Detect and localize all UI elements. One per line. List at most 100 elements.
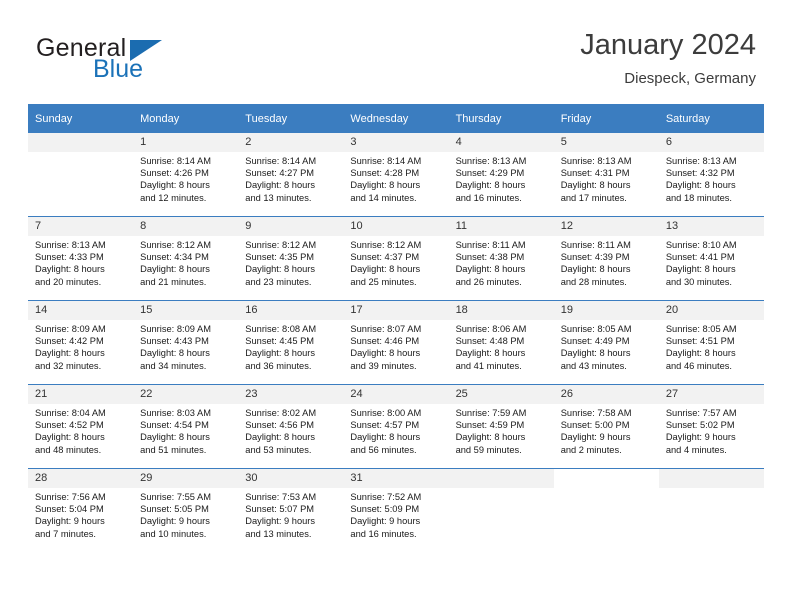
day-cell[interactable]: 18 Sunrise: 8:06 AM Sunset: 4:48 PM Dayligh… [448, 300, 554, 385]
daylight-text-cont: and 43 minutes. [560, 360, 627, 371]
brand-logo[interactable]: General Blue [36, 34, 256, 86]
sunrise-text: Sunrise: 8:09 AM [35, 324, 106, 334]
daylight-text-cont: and 41 minutes. [455, 360, 522, 371]
day-number: 27 [658, 385, 764, 404]
daylight-text-cont: and 2 minutes. [560, 444, 622, 455]
daylight-text: Daylight: 8 hours [665, 348, 736, 359]
daylight-text: Daylight: 9 hours [665, 432, 736, 443]
sunset-text: Sunset: 4:35 PM [245, 252, 315, 263]
day-cell[interactable]: 14 Sunrise: 8:09 AM Sunset: 4:42 PM Dayligh… [28, 300, 134, 385]
daylight-text-cont: and 53 minutes. [245, 444, 312, 455]
day-number: 13 [658, 217, 764, 236]
sunset-text: Sunset: 4:43 PM [140, 336, 209, 347]
day-number: 9 [238, 217, 344, 236]
day-details: Sunrise: 8:06 AM Sunset: 4:48 PM Daylight:… [449, 320, 554, 372]
day-cell[interactable]: 27 Sunrise: 7:57 AM Sunset: 5:02 PM Dayligh… [658, 384, 764, 469]
day-cell[interactable]: 21 Sunrise: 8:04 AM Sunset: 4:52 PM Dayligh… [28, 384, 134, 469]
day-cell[interactable]: 15 Sunrise: 8:09 AM Sunset: 4:43 PM Dayligh… [133, 300, 239, 385]
day-cell[interactable]: 6 Sunrise: 8:13 AM Sunset: 4:32 PM Daylight… [658, 133, 764, 217]
day-number: 30 [238, 469, 344, 488]
day-details: Sunrise: 8:03 AM Sunset: 4:54 PM Daylight:… [133, 404, 238, 456]
day-cell[interactable]: 16 Sunrise: 8:08 AM Sunset: 4:45 PM Dayligh… [238, 300, 344, 385]
sunrise-text: Sunrise: 8:12 AM [140, 240, 211, 250]
day-cell[interactable]: 23 Sunrise: 8:02 AM Sunset: 4:56 PM Dayligh… [238, 384, 344, 469]
title-block: January 2024 Diespeck, Germany [580, 28, 756, 89]
day-number: 14 [28, 301, 134, 320]
daylight-text-cont: and 4 minutes. [665, 444, 727, 455]
sunset-text: Sunset: 4:41 PM [665, 252, 735, 263]
day-details: Sunrise: 7:56 AM Sunset: 5:04 PM Daylight:… [28, 488, 133, 540]
day-cell[interactable]: 1 Sunrise: 8:14 AM Sunset: 4:26 PM Daylight… [133, 133, 239, 217]
daylight-text-cont: and 16 minutes. [455, 192, 522, 203]
daylight-text: Daylight: 8 hours [455, 348, 526, 359]
day-cell[interactable]: 29 Sunrise: 7:55 AM Sunset: 5:05 PM Dayligh… [133, 468, 239, 552]
sunset-text: Sunset: 4:28 PM [350, 168, 420, 179]
daylight-text: Daylight: 8 hours [35, 432, 105, 443]
sunset-text: Sunset: 4:57 PM [350, 420, 420, 431]
day-cell[interactable]: 19 Sunrise: 8:05 AM Sunset: 4:49 PM Dayligh… [553, 300, 659, 385]
day-number: 6 [658, 133, 764, 152]
sunrise-text: Sunrise: 8:13 AM [665, 156, 737, 166]
day-cell[interactable]: 28 Sunrise: 7:56 AM Sunset: 5:04 PM Dayligh… [28, 468, 134, 552]
calendar-week-row: 14 Sunrise: 8:09 AM Sunset: 4:42 PM Dayligh… [28, 300, 764, 385]
day-details: Sunrise: 8:07 AM Sunset: 4:46 PM Daylight:… [343, 320, 448, 372]
day-details: Sunrise: 8:09 AM Sunset: 4:43 PM Daylight:… [133, 320, 238, 372]
daylight-text-cont: and 28 minutes. [560, 276, 627, 287]
day-cell[interactable]: 17 Sunrise: 8:07 AM Sunset: 4:46 PM Dayligh… [343, 300, 449, 385]
sunset-text: Sunset: 5:00 PM [560, 420, 630, 431]
sunset-text: Sunset: 4:54 PM [140, 420, 209, 431]
sunset-text: Sunset: 4:33 PM [35, 252, 104, 263]
day-cell[interactable]: 7 Sunrise: 8:13 AM Sunset: 4:33 PM Daylight… [28, 216, 134, 301]
day-cell[interactable]: 9 Sunrise: 8:12 AM Sunset: 4:35 PM Daylight… [238, 216, 344, 301]
day-cell[interactable]: 10 Sunrise: 8:12 AM Sunset: 4:37 PM Dayligh… [343, 216, 449, 301]
day-number: 23 [238, 385, 344, 404]
day-cell[interactable]: 5 Sunrise: 8:13 AM Sunset: 4:31 PM Daylight… [553, 133, 659, 217]
day-cell-empty [553, 468, 659, 552]
day-number: 19 [553, 301, 659, 320]
daylight-text: Daylight: 8 hours [455, 264, 526, 275]
sunset-text: Sunset: 4:37 PM [350, 252, 420, 263]
day-number: 15 [133, 301, 239, 320]
day-cell[interactable]: 26 Sunrise: 7:58 AM Sunset: 5:00 PM Dayligh… [553, 384, 659, 469]
day-cell[interactable]: 11 Sunrise: 8:11 AM Sunset: 4:38 PM Dayligh… [448, 216, 554, 301]
day-cell[interactable]: 13 Sunrise: 8:10 AM Sunset: 4:41 PM Dayligh… [658, 216, 764, 301]
page-title: January 2024 [580, 29, 756, 61]
sunrise-text: Sunrise: 8:05 AM [560, 324, 632, 334]
sunrise-text: Sunrise: 8:00 AM [350, 408, 422, 418]
day-cell[interactable]: 22 Sunrise: 8:03 AM Sunset: 4:54 PM Dayligh… [133, 384, 239, 469]
sunset-text: Sunset: 4:52 PM [35, 420, 104, 431]
day-cell[interactable]: 20 Sunrise: 8:05 AM Sunset: 4:51 PM Dayligh… [658, 300, 764, 385]
sunset-text: Sunset: 4:31 PM [560, 168, 630, 179]
sunrise-text: Sunrise: 8:05 AM [665, 324, 737, 334]
sunset-text: Sunset: 4:49 PM [560, 336, 630, 347]
daylight-text: Daylight: 9 hours [245, 516, 316, 527]
day-cell[interactable]: 30 Sunrise: 7:53 AM Sunset: 5:07 PM Dayligh… [238, 468, 344, 552]
daylight-text-cont: and 48 minutes. [35, 444, 102, 455]
day-cell[interactable]: 25 Sunrise: 7:59 AM Sunset: 4:59 PM Dayligh… [448, 384, 554, 469]
daylight-text-cont: and 14 minutes. [350, 192, 417, 203]
day-cell[interactable]: 2 Sunrise: 8:14 AM Sunset: 4:27 PM Daylight… [238, 133, 344, 217]
day-cell[interactable]: 4 Sunrise: 8:13 AM Sunset: 4:29 PM Daylight… [448, 133, 554, 217]
day-cell[interactable]: 24 Sunrise: 8:00 AM Sunset: 4:57 PM Dayligh… [343, 384, 449, 469]
calendar-page: General Blue January 2024 Diespeck, Germ… [0, 0, 792, 612]
day-cell[interactable]: 12 Sunrise: 8:11 AM Sunset: 4:39 PM Dayligh… [553, 216, 659, 301]
daylight-text: Daylight: 8 hours [665, 264, 736, 275]
calendar-week-row: 1 Sunrise: 8:14 AM Sunset: 4:26 PM Daylight… [28, 133, 764, 217]
day-cell[interactable]: 8 Sunrise: 8:12 AM Sunset: 4:34 PM Daylight… [133, 216, 239, 301]
sunrise-text: Sunrise: 7:59 AM [455, 408, 527, 418]
day-number [448, 469, 554, 488]
weekday-header-sun: Sunday [28, 104, 134, 133]
daylight-text: Daylight: 8 hours [140, 348, 210, 359]
day-number: 5 [553, 133, 659, 152]
sunset-text: Sunset: 4:46 PM [350, 336, 420, 347]
day-cell[interactable]: 31 Sunrise: 7:52 AM Sunset: 5:09 PM Dayligh… [343, 468, 449, 552]
daylight-text: Daylight: 8 hours [140, 264, 210, 275]
calendar-body: 1 Sunrise: 8:14 AM Sunset: 4:26 PM Daylight… [28, 133, 764, 552]
sunrise-text: Sunrise: 8:02 AM [245, 408, 317, 418]
sunset-text: Sunset: 4:48 PM [455, 336, 525, 347]
daylight-text: Daylight: 9 hours [35, 516, 105, 527]
daylight-text: Daylight: 9 hours [560, 432, 631, 443]
daylight-text-cont: and 23 minutes. [245, 276, 312, 287]
day-cell[interactable]: 3 Sunrise: 8:14 AM Sunset: 4:28 PM Daylight… [343, 133, 449, 217]
daylight-text-cont: and 51 minutes. [140, 444, 207, 455]
